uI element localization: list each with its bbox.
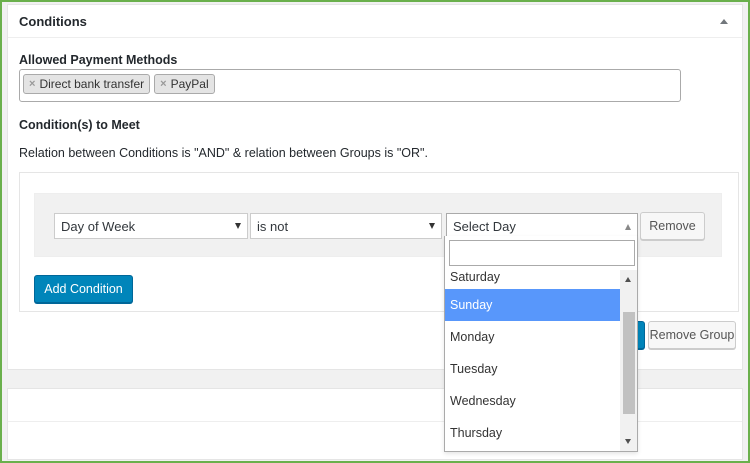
- day-search-input[interactable]: [449, 240, 635, 266]
- day-option[interactable]: Monday: [445, 321, 621, 353]
- scroll-up-icon[interactable]: [625, 277, 631, 282]
- remove-tag-icon[interactable]: ×: [29, 78, 35, 90]
- condition-field-value: Day of Week: [61, 218, 136, 234]
- condition-operator-select[interactable]: is not: [250, 213, 442, 239]
- condition-operator-value: is not: [257, 218, 289, 234]
- day-option[interactable]: Wednesday: [445, 385, 621, 417]
- payment-tag: × Direct bank transfer: [23, 74, 151, 94]
- chevron-down-icon: [235, 223, 241, 229]
- tag-label: PayPal: [170, 77, 209, 91]
- panel-header[interactable]: Conditions: [8, 5, 742, 38]
- payment-methods-label: Allowed Payment Methods: [19, 53, 178, 67]
- remove-tag-icon[interactable]: ×: [160, 78, 166, 90]
- day-dropdown: Saturday Sunday Monday Tuesday Wednesday…: [444, 236, 638, 452]
- panel-title: Conditions: [19, 13, 87, 29]
- collapse-caret-icon[interactable]: [720, 18, 728, 24]
- tag-label: Direct bank transfer: [39, 77, 145, 91]
- day-option-highlighted[interactable]: Sunday: [445, 289, 621, 321]
- day-option[interactable]: Thursday: [445, 417, 621, 449]
- conditions-label: Condition(s) to Meet: [19, 118, 140, 132]
- chevron-up-icon: [625, 223, 631, 230]
- scroll-down-icon[interactable]: [625, 439, 631, 444]
- payment-tag: × PayPal: [154, 74, 215, 94]
- remove-condition-button[interactable]: Remove: [640, 212, 705, 240]
- payment-methods-select[interactable]: × Direct bank transfer × PayPal: [19, 69, 681, 102]
- day-options-list: Saturday Sunday Monday Tuesday Wednesday…: [445, 270, 621, 451]
- day-option[interactable]: Saturday: [445, 270, 621, 289]
- relation-text: Relation between Conditions is "AND" & r…: [19, 146, 428, 160]
- condition-day-placeholder: Select Day: [453, 219, 516, 234]
- chevron-down-icon: [429, 223, 435, 229]
- remove-group-button[interactable]: Remove Group: [648, 321, 736, 349]
- scrollbar-thumb[interactable]: [623, 312, 635, 414]
- dropdown-scrollbar[interactable]: [620, 270, 637, 451]
- condition-field-select[interactable]: Day of Week: [54, 213, 248, 239]
- day-option[interactable]: Tuesday: [445, 353, 621, 385]
- add-condition-button[interactable]: Add Condition: [34, 275, 133, 303]
